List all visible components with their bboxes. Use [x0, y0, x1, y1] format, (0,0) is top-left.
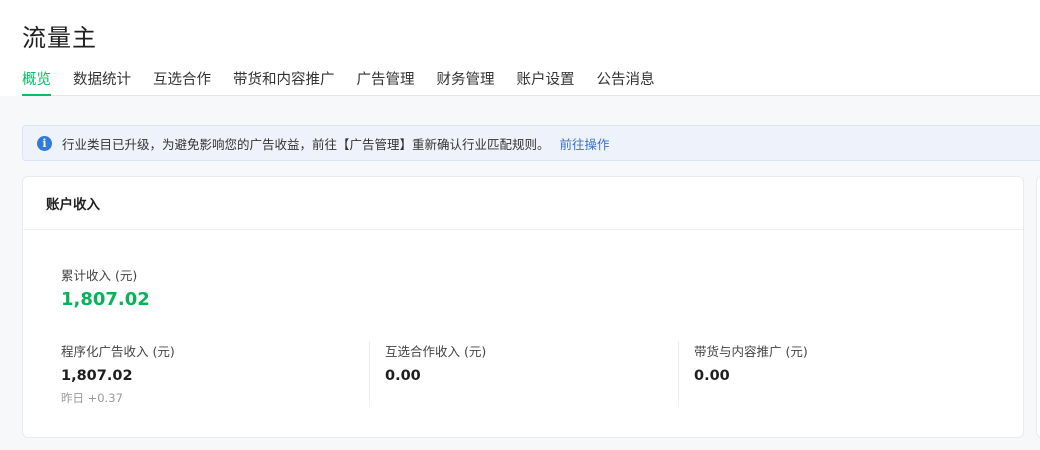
metric-programmatic-ads: 程序化广告收入 (元) 1,807.02 昨日 +0.37	[61, 341, 175, 409]
tab-overview[interactable]: 概览	[22, 68, 51, 96]
tab-mutual-cooperation[interactable]: 互选合作	[153, 68, 211, 95]
tab-ad-management[interactable]: 广告管理	[357, 68, 415, 95]
tab-data-statistics[interactable]: 数据统计	[73, 68, 131, 95]
tab-product-content-promotion[interactable]: 带货和内容推广	[233, 68, 335, 95]
metric-divider	[369, 341, 370, 407]
metric-value: 0.00	[385, 368, 421, 384]
card-title: 账户收入	[46, 197, 100, 213]
tab-account-settings[interactable]: 账户设置	[517, 68, 575, 95]
side-card-edge	[1036, 176, 1040, 438]
tab-finance-management[interactable]: 财务管理	[437, 68, 495, 95]
metric-divider	[678, 341, 679, 407]
tab-announcements[interactable]: 公告消息	[597, 68, 655, 95]
page-header: 流量主 概览 数据统计 互选合作 带货和内容推广 广告管理 财务管理 账户设置 …	[0, 0, 1040, 96]
metric-label: 程序化广告收入 (元)	[61, 344, 175, 359]
tab-bar: 概览 数据统计 互选合作 带货和内容推广 广告管理 财务管理 账户设置 公告消息	[22, 68, 1040, 96]
info-icon: i	[37, 135, 52, 151]
card-header: 账户收入	[23, 177, 1023, 230]
notice-banner: i 行业类目已升级，为避免影响您的广告收益，前往【广告管理】重新确认行业匹配规则…	[22, 125, 1040, 161]
account-income-card: 账户收入 累计收入 (元) 1,807.02 程序化广告收入 (元) 1,807…	[22, 176, 1024, 438]
metric-label: 带货与内容推广 (元)	[694, 344, 808, 359]
metric-value: 0.00	[694, 368, 730, 384]
notice-action-link[interactable]: 前往操作	[560, 134, 610, 153]
total-income-value: 1,807.02	[61, 289, 150, 310]
metric-yesterday-change: 昨日 +0.37	[61, 391, 123, 405]
page-title: 流量主	[22, 24, 97, 52]
metric-label: 互选合作收入 (元)	[385, 344, 487, 359]
metric-product-content-promotion: 带货与内容推广 (元) 0.00	[694, 341, 808, 409]
metric-value: 1,807.02	[61, 368, 133, 384]
notice-text: 行业类目已升级，为避免影响您的广告收益，前往【广告管理】重新确认行业匹配规则。	[62, 136, 550, 152]
metric-mutual-cooperation: 互选合作收入 (元) 0.00	[385, 341, 486, 409]
total-income-label: 累计收入 (元)	[61, 268, 138, 283]
